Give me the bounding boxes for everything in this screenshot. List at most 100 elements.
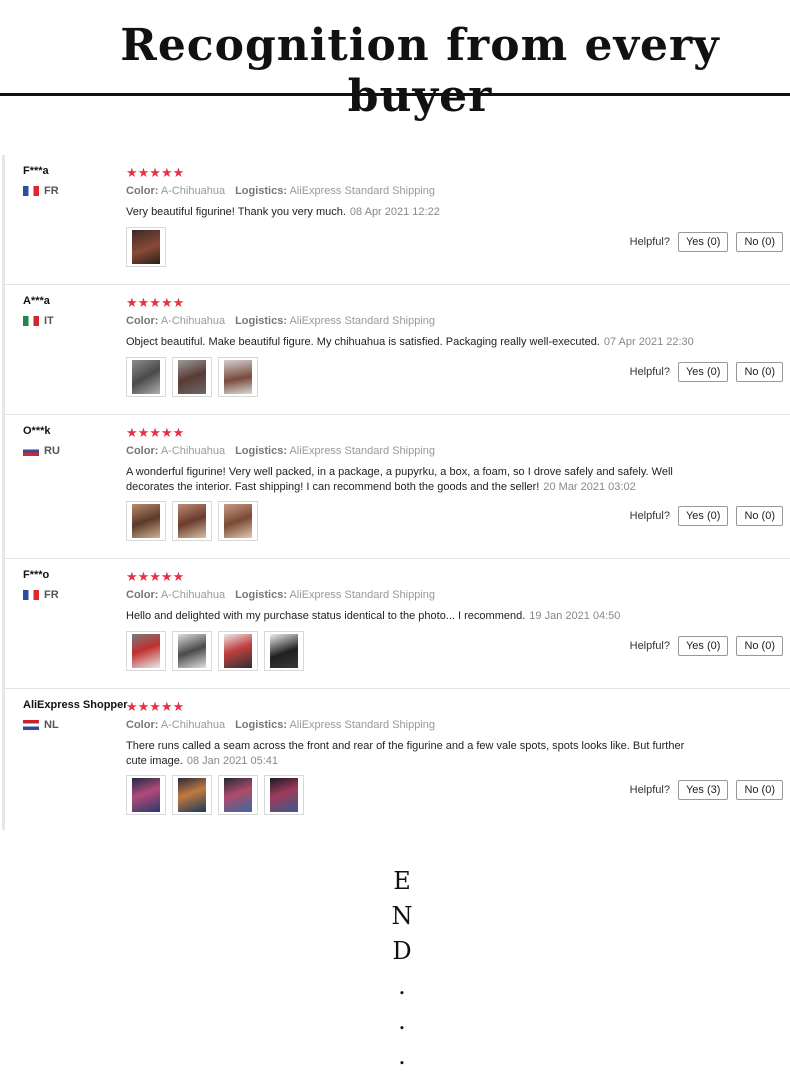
end-dot: . bbox=[398, 972, 406, 1000]
review-date: 20 Mar 2021 03:02 bbox=[543, 481, 636, 493]
logistics-label: Logistics: bbox=[235, 445, 288, 457]
review-photos bbox=[126, 631, 304, 671]
helpful-label: Helpful? bbox=[629, 366, 670, 378]
end-letter: N bbox=[391, 902, 413, 930]
review-date: 19 Jan 2021 04:50 bbox=[529, 610, 621, 622]
rating-stars: ★★★★★ bbox=[126, 425, 185, 440]
reviewer-name: A***a bbox=[23, 295, 50, 307]
helpful-no-button[interactable]: No (0) bbox=[736, 636, 783, 656]
rating-stars: ★★★★★ bbox=[126, 165, 185, 180]
logistics-label: Logistics: bbox=[235, 315, 288, 327]
helpful-controls: Helpful? Yes (0) No (0) bbox=[630, 636, 783, 656]
reviewer-country: NL bbox=[23, 719, 59, 731]
color-label: Color: bbox=[126, 719, 159, 731]
country-code: IT bbox=[44, 315, 54, 327]
review-photo-thumbnail[interactable] bbox=[264, 775, 304, 815]
review-photo-thumbnail[interactable] bbox=[218, 357, 258, 397]
review-text-block: There runs called a seam across the fron… bbox=[126, 739, 696, 769]
review-meta: Color: A-Chihuahua Logistics: AliExpress … bbox=[126, 445, 445, 457]
flag-it-icon bbox=[23, 316, 39, 326]
reviewer-country: RU bbox=[23, 445, 60, 457]
reviewer-name: AliExpress Shopper bbox=[23, 699, 128, 711]
helpful-no-button[interactable]: No (0) bbox=[736, 780, 783, 800]
reviewer-name: F***a bbox=[23, 165, 49, 177]
reviewer-name: F***o bbox=[23, 569, 50, 581]
review-text: Very beautiful figurine! Thank you very … bbox=[126, 206, 346, 218]
color-value: A-Chihuahua bbox=[160, 445, 226, 457]
reviewer-country: FR bbox=[23, 589, 59, 601]
review-list: F***a FR ★★★★★ Color: A-Chihuahua Logisti… bbox=[2, 155, 790, 830]
review-text: Hello and delighted with my purchase sta… bbox=[126, 610, 526, 622]
helpful-no-button[interactable]: No (0) bbox=[736, 362, 783, 382]
end-letter: E bbox=[393, 867, 411, 895]
review-photo-thumbnail[interactable] bbox=[218, 775, 258, 815]
reviewer-country: IT bbox=[23, 315, 54, 327]
helpful-label: Helpful? bbox=[629, 510, 670, 522]
end-marker: E N D . . . bbox=[390, 866, 414, 1076]
helpful-yes-button[interactable]: Yes (0) bbox=[677, 506, 729, 526]
color-value: A-Chihuahua bbox=[160, 185, 226, 197]
helpful-label: Helpful? bbox=[629, 640, 670, 652]
logistics-value: AliExpress Standard Shipping bbox=[289, 445, 435, 457]
review-text: Object beautiful. Make beautiful figure.… bbox=[126, 336, 600, 348]
review-photo-thumbnail[interactable] bbox=[126, 357, 166, 397]
flag-nl-icon bbox=[23, 720, 39, 730]
helpful-yes-button[interactable]: Yes (3) bbox=[677, 780, 729, 800]
review-item: AliExpress Shopper NL ★★★★★ Color: A-Chi… bbox=[5, 689, 790, 830]
review-photo-thumbnail[interactable] bbox=[264, 631, 304, 671]
flag-fr-icon bbox=[23, 186, 39, 196]
review-item: O***k RU ★★★★★ Color: A-Chihuahua Logisti… bbox=[5, 415, 790, 559]
review-photo-thumbnail[interactable] bbox=[218, 631, 258, 671]
helpful-no-button[interactable]: No (0) bbox=[736, 506, 783, 526]
review-photo-thumbnail[interactable] bbox=[126, 631, 166, 671]
review-date: 08 Jan 2021 05:41 bbox=[186, 755, 279, 767]
review-item: A***a IT ★★★★★ Color: A-Chihuahua Logisti… bbox=[5, 285, 790, 415]
color-label: Color: bbox=[126, 589, 159, 601]
helpful-yes-button[interactable]: Yes (0) bbox=[677, 362, 729, 382]
reviewer-country: FR bbox=[23, 185, 59, 197]
review-photos bbox=[126, 775, 304, 815]
country-code: RU bbox=[44, 445, 60, 457]
end-dot: . bbox=[398, 1007, 406, 1035]
country-code: NL bbox=[44, 719, 59, 731]
helpful-yes-button[interactable]: Yes (0) bbox=[677, 636, 729, 656]
review-photo-thumbnail[interactable] bbox=[172, 357, 212, 397]
helpful-label: Helpful? bbox=[629, 236, 670, 248]
review-text-block: A wonderful figurine! Very well packed, … bbox=[126, 465, 696, 495]
end-letter: D bbox=[392, 937, 412, 965]
logistics-label: Logistics: bbox=[235, 185, 288, 197]
review-photo-thumbnail[interactable] bbox=[126, 775, 166, 815]
logistics-value: AliExpress Standard Shipping bbox=[289, 185, 435, 197]
review-photo-thumbnail[interactable] bbox=[172, 775, 212, 815]
review-photo-thumbnail[interactable] bbox=[172, 631, 212, 671]
review-photos bbox=[126, 357, 258, 397]
helpful-controls: Helpful? Yes (0) No (0) bbox=[630, 232, 783, 252]
logistics-value: AliExpress Standard Shipping bbox=[289, 589, 435, 601]
logistics-value: AliExpress Standard Shipping bbox=[289, 719, 435, 731]
review-photo-thumbnail[interactable] bbox=[126, 501, 166, 541]
review-item: F***o FR ★★★★★ Color: A-Chihuahua Logisti… bbox=[5, 559, 790, 689]
logistics-value: AliExpress Standard Shipping bbox=[289, 315, 435, 327]
helpful-no-button[interactable]: No (0) bbox=[736, 232, 783, 252]
color-value: A-Chihuahua bbox=[160, 315, 226, 327]
helpful-label: Helpful? bbox=[629, 784, 670, 796]
flag-fr-icon bbox=[23, 590, 39, 600]
helpful-controls: Helpful? Yes (0) No (0) bbox=[630, 362, 783, 382]
banner: Recognition from every buyer bbox=[0, 0, 790, 122]
review-photo-thumbnail[interactable] bbox=[172, 501, 212, 541]
country-code: FR bbox=[44, 589, 59, 601]
helpful-controls: Helpful? Yes (0) No (0) bbox=[630, 506, 783, 526]
helpful-controls: Helpful? Yes (3) No (0) bbox=[630, 780, 783, 800]
review-text-block: Object beautiful. Make beautiful figure.… bbox=[126, 335, 696, 350]
color-label: Color: bbox=[126, 185, 159, 197]
helpful-yes-button[interactable]: Yes (0) bbox=[677, 232, 729, 252]
review-date: 07 Apr 2021 22:30 bbox=[603, 336, 694, 348]
review-meta: Color: A-Chihuahua Logistics: AliExpress … bbox=[126, 589, 445, 601]
review-photo-thumbnail[interactable] bbox=[126, 227, 166, 267]
review-photo-thumbnail[interactable] bbox=[218, 501, 258, 541]
end-dot: . bbox=[398, 1042, 406, 1070]
color-value: A-Chihuahua bbox=[160, 589, 226, 601]
banner-divider bbox=[0, 93, 790, 96]
flag-ru-icon bbox=[23, 446, 39, 456]
review-text-block: Very beautiful figurine! Thank you very … bbox=[126, 205, 696, 220]
